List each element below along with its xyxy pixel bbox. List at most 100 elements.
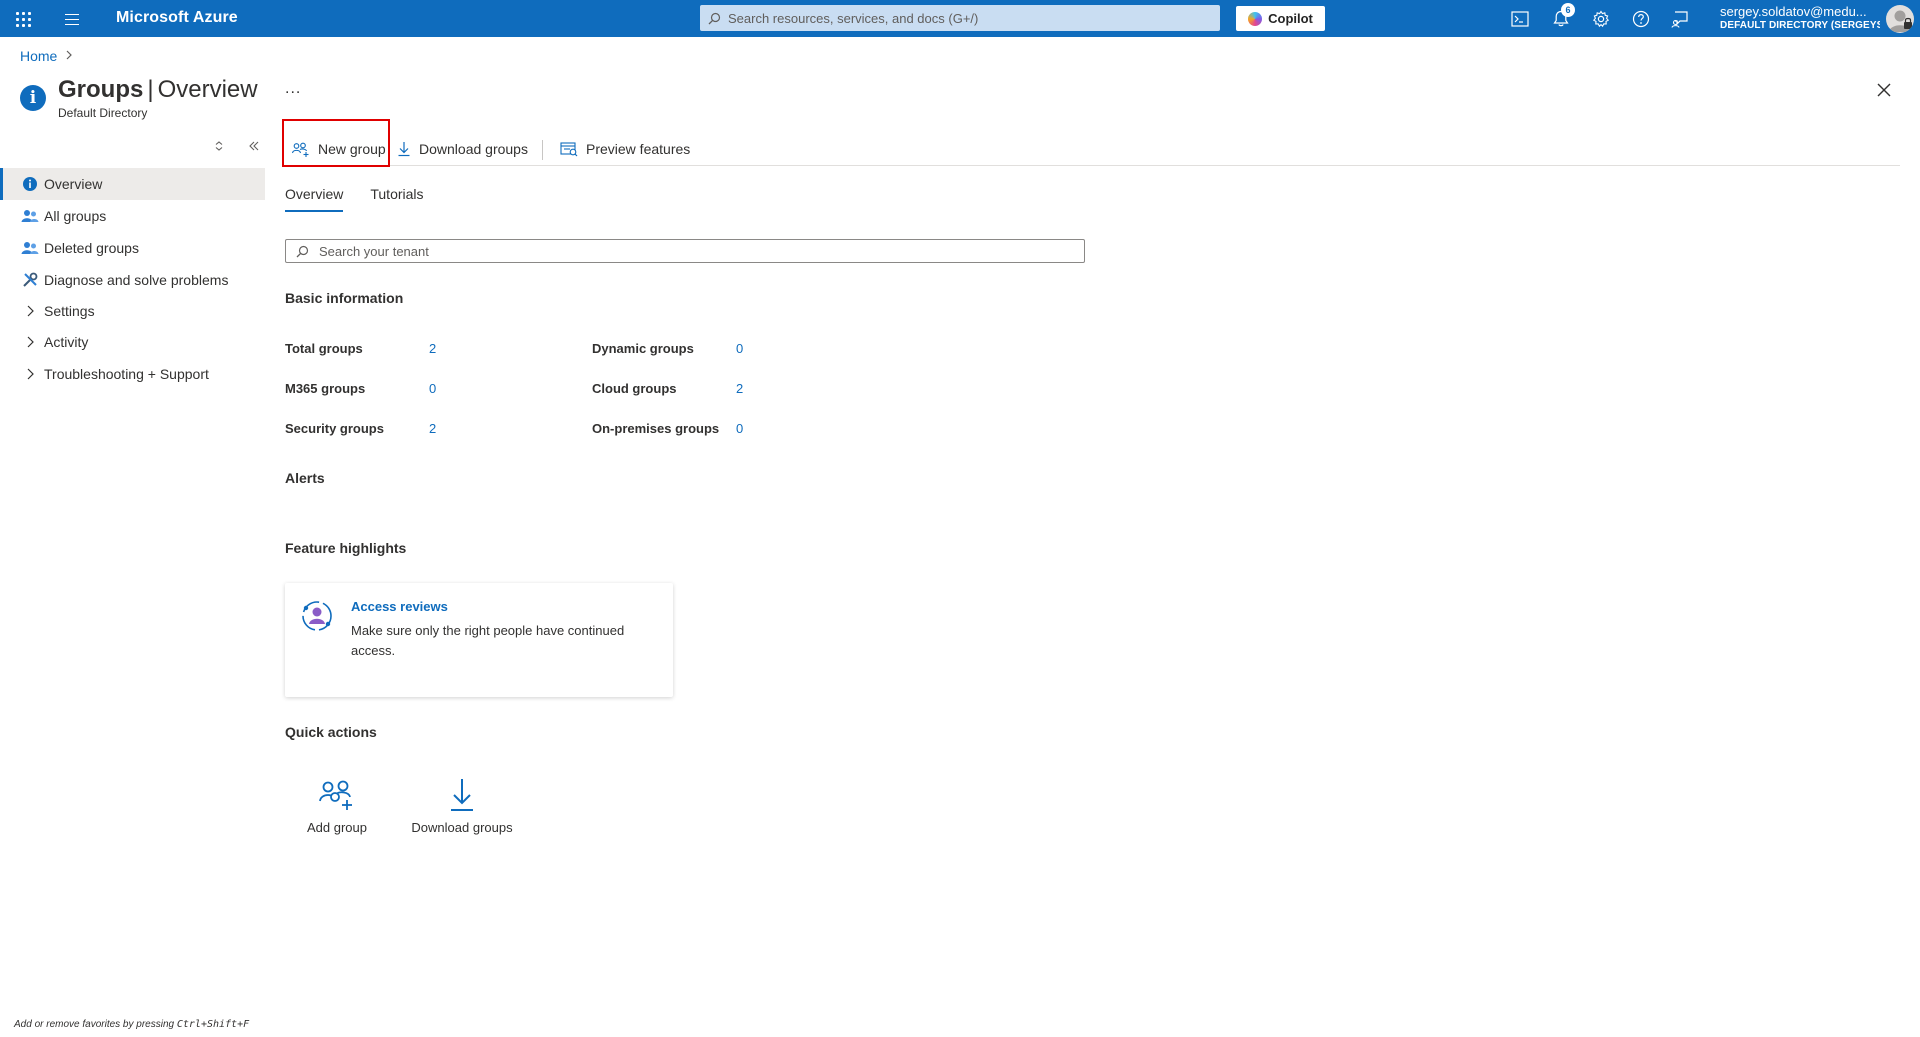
sidebar-item-diagnose[interactable]: Diagnose and solve problems	[0, 264, 265, 296]
global-search-input[interactable]	[728, 10, 1208, 26]
sidebar: Overview All groups Deleted groups Diagn…	[0, 168, 265, 390]
copilot-button[interactable]: Copilot	[1236, 6, 1325, 31]
sidebar-item-label: Deleted groups	[44, 240, 139, 256]
help-icon[interactable]	[1630, 8, 1652, 30]
on-premises-groups-label: On-premises groups	[592, 421, 720, 436]
m365-groups-label: M365 groups	[285, 381, 366, 396]
security-groups-label: Security groups	[285, 421, 384, 436]
on-premises-groups-value[interactable]: 0	[736, 421, 743, 436]
download-groups-label: Download groups	[419, 141, 528, 157]
alerts-heading: Alerts	[285, 470, 325, 486]
notification-count-badge: 6	[1561, 3, 1575, 17]
wrench-icon	[20, 270, 40, 290]
account-name: sergey.soldatov@medu...	[1720, 4, 1867, 19]
download-groups-label: Download groups	[411, 820, 513, 835]
quick-actions-heading: Quick actions	[285, 724, 377, 740]
cloud-groups-label: Cloud groups	[592, 381, 677, 396]
download-groups-button[interactable]: Download groups	[397, 136, 528, 162]
copilot-icon	[1248, 11, 1263, 26]
close-icon[interactable]	[1874, 80, 1894, 100]
add-group-icon	[282, 776, 392, 814]
global-search[interactable]	[700, 5, 1220, 31]
add-group-action[interactable]: Add group	[282, 776, 392, 835]
groups-icon	[20, 238, 40, 258]
favorites-hint: Add or remove favorites by pressing Ctrl…	[14, 1019, 249, 1030]
page-title-main: Groups	[58, 76, 144, 103]
sidebar-item-label: Activity	[44, 334, 89, 350]
app-launcher-icon[interactable]	[13, 9, 33, 29]
total-groups-label: Total groups	[285, 341, 363, 356]
download-icon	[398, 142, 410, 157]
gear-icon[interactable]	[1590, 8, 1612, 30]
brand-title[interactable]: Microsoft Azure	[116, 9, 238, 27]
sidebar-item-label: Overview	[44, 176, 103, 192]
access-reviews-icon	[300, 599, 334, 633]
sort-toggle-icon[interactable]	[214, 140, 224, 155]
download-groups-action[interactable]: Download groups	[407, 776, 517, 835]
chevron-right-icon	[20, 305, 40, 317]
access-reviews-card[interactable]: Access reviews Make sure only the right …	[285, 583, 673, 697]
avatar[interactable]	[1886, 5, 1914, 33]
command-bar: New group Download groups Preview featur…	[284, 132, 1900, 166]
chevron-right-icon	[65, 49, 73, 63]
notifications-bell-icon[interactable]: 6	[1550, 3, 1575, 30]
favorites-hint-keys: Ctrl+Shift+F	[176, 1019, 250, 1030]
dynamic-groups-label: Dynamic groups	[592, 341, 694, 356]
tab-overview[interactable]: Overview	[285, 186, 344, 212]
sidebar-item-label: Diagnose and solve problems	[44, 272, 229, 288]
tab-bar: Overview Tutorials	[285, 186, 451, 212]
preview-features-label: Preview features	[586, 141, 691, 157]
account-directory: DEFAULT DIRECTORY (SERGEYSO...	[1720, 20, 1880, 31]
add-group-label: Add group	[307, 820, 367, 835]
tenant-search-input[interactable]	[319, 243, 1059, 259]
sidebar-item-label: Troubleshooting + Support	[44, 366, 209, 382]
dynamic-groups-value[interactable]: 0	[736, 341, 743, 356]
cloud-shell-icon[interactable]	[1509, 8, 1531, 30]
cloud-groups-value[interactable]: 2	[736, 381, 743, 396]
sidebar-item-overview[interactable]: Overview	[0, 168, 265, 200]
m365-groups-value[interactable]: 0	[429, 381, 436, 396]
download-icon	[407, 776, 517, 814]
breadcrumb-home-link[interactable]: Home	[20, 48, 57, 64]
basic-information-heading: Basic information	[285, 290, 404, 306]
chevron-right-icon	[20, 368, 40, 380]
sidebar-item-troubleshooting[interactable]: Troubleshooting + Support	[0, 358, 265, 390]
preview-features-icon	[560, 142, 578, 157]
search-icon	[708, 12, 721, 24]
sidebar-tools	[210, 140, 262, 158]
breadcrumb: Home	[20, 48, 73, 64]
sidebar-item-activity[interactable]: Activity	[0, 326, 265, 358]
feature-highlights-heading: Feature highlights	[285, 540, 407, 556]
sidebar-item-deleted-groups[interactable]: Deleted groups	[0, 232, 265, 264]
tenant-search[interactable]	[285, 239, 1085, 263]
page-subtitle: Default Directory	[58, 106, 148, 120]
top-bar: Microsoft Azure Copilot 6 sergey.soldato…	[0, 0, 1920, 37]
info-icon: i	[20, 85, 46, 111]
more-options-button[interactable]: ...	[285, 80, 301, 98]
favorites-hint-text: Add or remove favorites by pressing	[14, 1019, 175, 1030]
page-title: Groups | Overview	[58, 76, 258, 104]
info-icon	[20, 174, 40, 194]
portal-menu-icon[interactable]	[62, 10, 82, 28]
chevron-right-icon	[20, 336, 40, 348]
collapse-sidebar-icon[interactable]	[248, 140, 260, 155]
groups-icon	[20, 206, 40, 226]
new-group-highlight-box	[282, 119, 390, 167]
feedback-icon[interactable]	[1669, 8, 1691, 30]
toolbar-divider	[542, 140, 543, 160]
account-menu[interactable]: sergey.soldatov@medu... DEFAULT DIRECTOR…	[1720, 4, 1880, 32]
sidebar-item-label: All groups	[44, 208, 107, 224]
search-icon	[296, 245, 309, 257]
sidebar-item-all-groups[interactable]: All groups	[0, 200, 265, 232]
page-title-section: Overview	[157, 76, 258, 103]
preview-features-button[interactable]: Preview features	[560, 136, 690, 162]
copilot-label: Copilot	[1268, 11, 1313, 26]
sidebar-item-settings[interactable]: Settings	[0, 296, 265, 326]
security-groups-value[interactable]: 2	[429, 421, 436, 436]
sidebar-item-label: Settings	[44, 303, 95, 319]
access-reviews-link[interactable]: Access reviews	[351, 599, 448, 614]
access-reviews-description: Make sure only the right people have con…	[351, 623, 625, 658]
page-title-separator: |	[147, 76, 154, 103]
tab-tutorials[interactable]: Tutorials	[370, 186, 423, 212]
total-groups-value[interactable]: 2	[429, 341, 436, 356]
